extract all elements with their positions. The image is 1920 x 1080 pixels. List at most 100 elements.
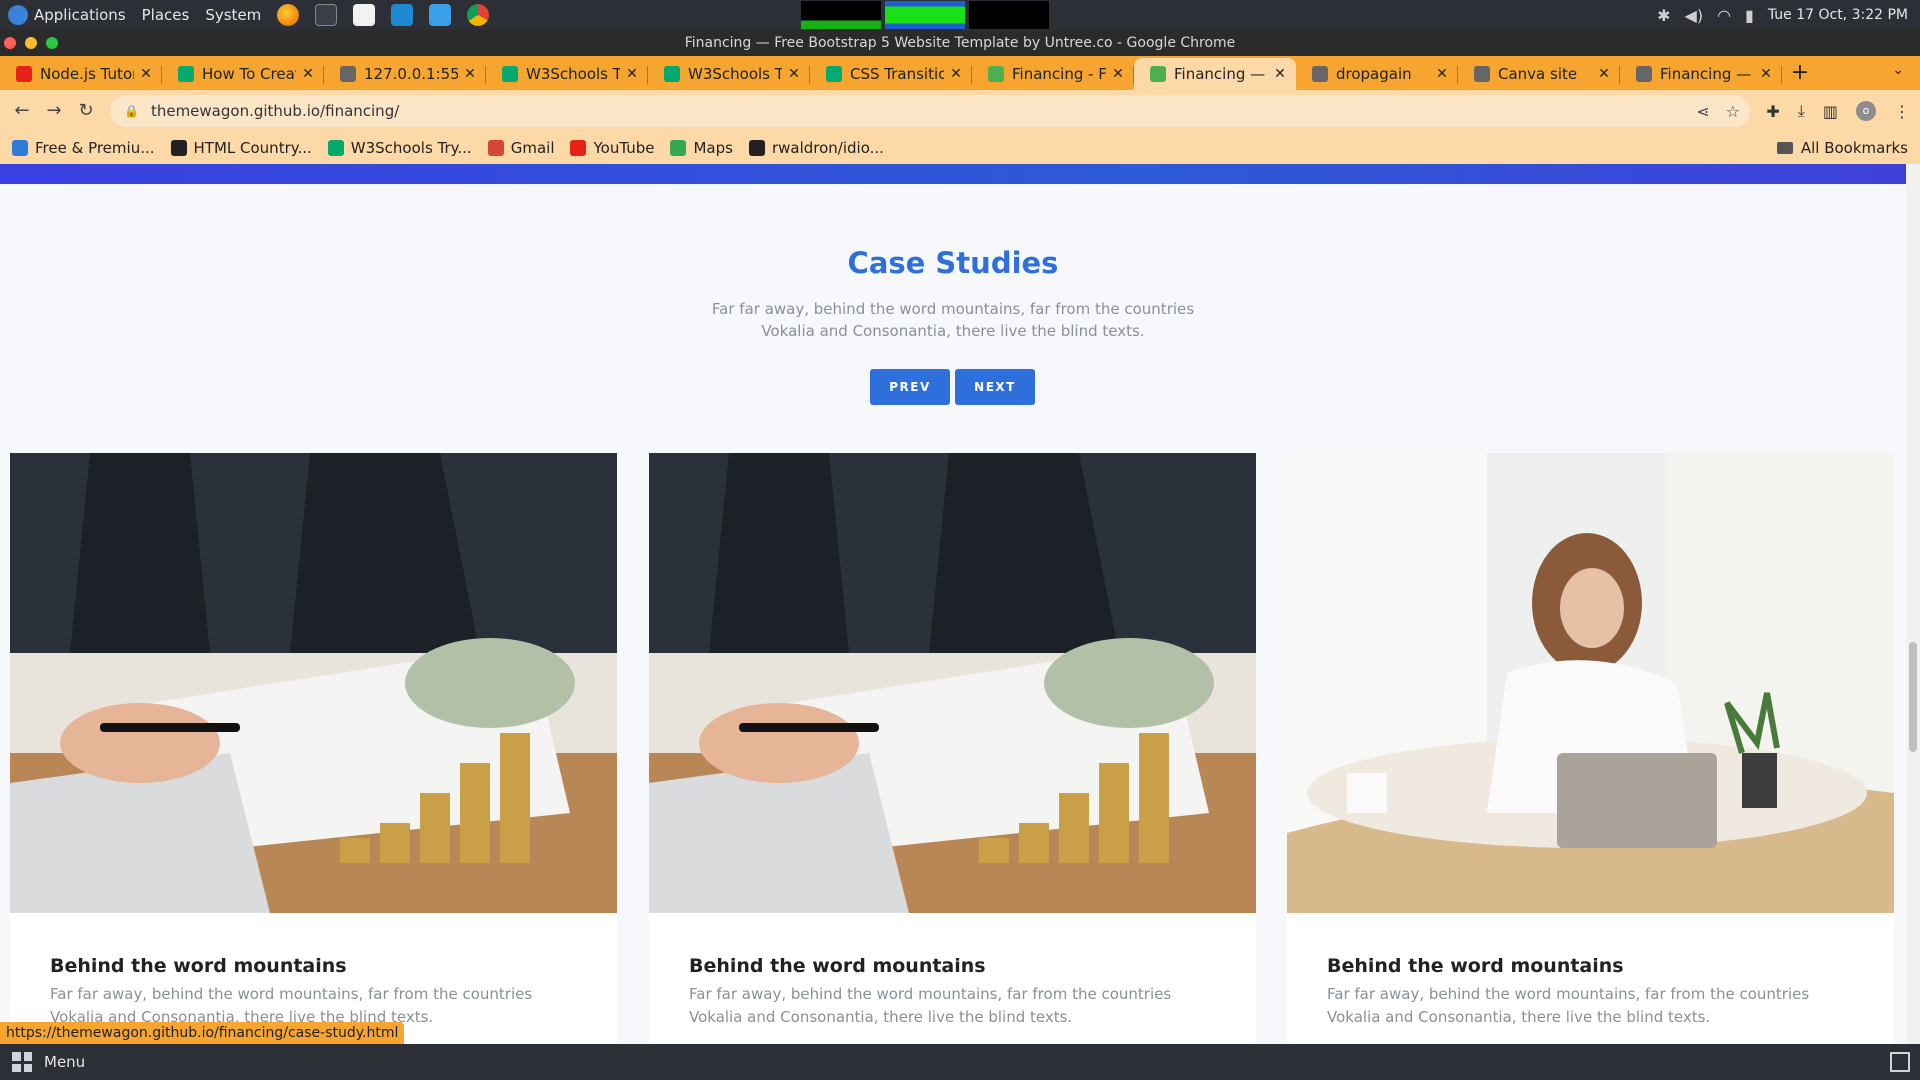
close-tab-icon[interactable]: ✕ bbox=[948, 66, 964, 82]
close-tab-icon[interactable]: ✕ bbox=[1758, 66, 1774, 82]
case-study-card[interactable]: Behind the word mountains Far far away, … bbox=[10, 453, 617, 1044]
github-icon bbox=[170, 140, 187, 156]
minimize-window-icon[interactable] bbox=[25, 37, 37, 49]
close-tab-icon[interactable]: ✕ bbox=[1596, 66, 1612, 82]
new-tab-icon[interactable]: + bbox=[1782, 58, 1818, 90]
bookmark-item[interactable]: HTML Country... bbox=[170, 139, 312, 157]
close-tab-icon[interactable]: ✕ bbox=[138, 66, 154, 82]
terminal-launcher-icon[interactable] bbox=[315, 4, 338, 26]
bluetooth-icon[interactable]: ✱ bbox=[1657, 6, 1670, 25]
browser-tab[interactable]: 127.0.0.1:5500✕ bbox=[324, 58, 486, 90]
browser-tab[interactable]: dropagain ✕ bbox=[1296, 58, 1458, 90]
card-title[interactable]: Behind the word mountains bbox=[1327, 955, 1624, 977]
card-title[interactable]: Behind the word mountains bbox=[689, 955, 986, 977]
applications-menu[interactable]: Applications bbox=[34, 6, 126, 24]
tab-label: 127.0.0.1:5500 bbox=[364, 65, 458, 83]
bookmark-item[interactable]: Maps bbox=[670, 139, 733, 157]
browser-tab[interactable]: Financing — F✕ bbox=[1134, 58, 1296, 90]
bookmark-item[interactable]: W3Schools Try... bbox=[327, 139, 472, 157]
tab-label: Node.js Tutori bbox=[40, 65, 134, 83]
bookmark-item[interactable]: Free & Premiu... bbox=[12, 139, 155, 157]
card-title[interactable]: Behind the word mountains bbox=[50, 955, 347, 977]
prev-button[interactable]: PREV bbox=[870, 369, 950, 405]
menu-grid-icon[interactable] bbox=[12, 1052, 32, 1072]
leaf-icon bbox=[1150, 66, 1166, 82]
bookmark-item[interactable]: Gmail bbox=[487, 139, 554, 157]
bookmark-item[interactable]: rwaldron/idio... bbox=[748, 139, 884, 157]
distro-logo-icon[interactable] bbox=[8, 5, 28, 25]
volume-icon[interactable]: ◀) bbox=[1685, 6, 1704, 25]
system-menu[interactable]: System bbox=[205, 6, 261, 24]
folder-icon bbox=[1776, 142, 1793, 154]
browser-tab[interactable]: W3Schools Try✕ bbox=[486, 58, 648, 90]
close-tab-icon[interactable]: ✕ bbox=[786, 66, 802, 82]
bookmark-icon bbox=[12, 140, 28, 156]
share-icon[interactable]: ⋖ bbox=[1696, 102, 1709, 121]
close-tab-icon[interactable]: ✕ bbox=[1434, 66, 1450, 82]
browser-toolbar: ← → ↻ 🔒 themewagon.github.io/financing/ … bbox=[0, 90, 1920, 132]
github-icon bbox=[748, 140, 765, 156]
wifi-icon[interactable]: ◠ bbox=[1717, 6, 1731, 25]
status-bar-url: https://themewagon.github.io/financing/c… bbox=[0, 1022, 405, 1044]
profile-avatar[interactable]: o bbox=[1856, 101, 1876, 121]
bookmarks-bar: Free & Premiu... HTML Country... W3Schools… bbox=[0, 132, 1920, 164]
battery-icon[interactable]: ▮ bbox=[1745, 6, 1754, 25]
reload-icon[interactable]: ↻ bbox=[70, 95, 102, 127]
bookmark-label: YouTube bbox=[593, 139, 655, 157]
address-url[interactable]: themewagon.github.io/financing/ bbox=[151, 102, 399, 120]
card-image[interactable] bbox=[649, 453, 1256, 913]
case-study-card[interactable]: Behind the word mountains Far far away, … bbox=[1287, 453, 1894, 1044]
close-tab-icon[interactable]: ✕ bbox=[624, 66, 640, 82]
browser-tab[interactable]: Node.js Tutori ✕ bbox=[0, 58, 162, 90]
case-study-card[interactable]: Behind the word mountains Far far away, … bbox=[649, 453, 1256, 1044]
text-editor-launcher-icon[interactable] bbox=[353, 4, 376, 26]
scrollbar-thumb[interactable] bbox=[1909, 642, 1917, 752]
tab-label: Financing — F bbox=[1660, 65, 1754, 83]
lock-icon[interactable]: 🔒 bbox=[124, 104, 139, 118]
clock[interactable]: Tue 17 Oct, 3:22 PM bbox=[1768, 7, 1908, 23]
os-top-panel: Applications Places System ✱ ◀) ◠ ▮ Tue … bbox=[0, 0, 1920, 30]
tab-label: W3Schools Try bbox=[526, 65, 620, 83]
cloud-launcher-icon[interactable] bbox=[429, 4, 452, 26]
bookmark-star-icon[interactable]: ☆ bbox=[1726, 102, 1740, 121]
tab-strip: Node.js Tutori✕How To Create✕127.0.0.1:5… bbox=[0, 56, 1920, 90]
browser-tab[interactable]: Financing - Fr ✕ bbox=[972, 58, 1134, 90]
chrome-menu-icon[interactable]: ⋮ bbox=[1894, 102, 1910, 121]
download-icon[interactable]: ⤓ bbox=[1798, 101, 1805, 121]
hero-section-bottom bbox=[0, 164, 1906, 184]
browser-tab[interactable]: Canva site ✕ bbox=[1458, 58, 1620, 90]
menu-button[interactable]: Menu bbox=[44, 1053, 85, 1071]
close-tab-icon[interactable]: ✕ bbox=[300, 66, 316, 82]
places-menu[interactable]: Places bbox=[142, 6, 190, 24]
chrome-launcher-icon[interactable] bbox=[467, 4, 490, 26]
maximize-window-icon[interactable] bbox=[46, 37, 58, 49]
close-window-icon[interactable] bbox=[4, 37, 16, 49]
show-desktop-icon[interactable] bbox=[1890, 1052, 1910, 1072]
forward-icon[interactable]: → bbox=[38, 95, 70, 127]
browser-tab[interactable]: How To Create✕ bbox=[162, 58, 324, 90]
extensions-icon[interactable]: ✚ bbox=[1766, 102, 1779, 121]
side-panel-icon[interactable]: ▥ bbox=[1823, 102, 1838, 121]
browser-tab[interactable]: CSS Transition✕ bbox=[810, 58, 972, 90]
tab-search-icon[interactable]: ⌄ bbox=[1892, 62, 1904, 78]
all-bookmarks-label: All Bookmarks bbox=[1800, 139, 1908, 157]
address-bar[interactable]: 🔒 themewagon.github.io/financing/ ⋖ ☆ bbox=[110, 95, 1750, 127]
close-tab-icon[interactable]: ✕ bbox=[1272, 66, 1288, 82]
close-tab-icon[interactable]: ✕ bbox=[462, 66, 478, 82]
browser-tab[interactable]: Financing — F✕ bbox=[1620, 58, 1782, 90]
card-image[interactable] bbox=[1287, 453, 1894, 913]
back-icon[interactable]: ← bbox=[6, 95, 38, 127]
card-image[interactable] bbox=[10, 453, 617, 913]
browser-tab[interactable]: W3Schools Try✕ bbox=[648, 58, 810, 90]
page-scrollbar[interactable] bbox=[1906, 164, 1920, 1044]
globe-icon bbox=[340, 66, 356, 82]
w3schools-icon bbox=[502, 66, 518, 82]
network-graph bbox=[969, 1, 1049, 29]
firefox-launcher-icon[interactable] bbox=[277, 4, 300, 26]
next-button[interactable]: NEXT bbox=[955, 369, 1035, 405]
bookmark-item[interactable]: YouTube bbox=[570, 139, 654, 157]
vscode-launcher-icon[interactable] bbox=[391, 4, 414, 26]
system-monitor bbox=[801, 1, 1049, 29]
close-tab-icon[interactable]: ✕ bbox=[1110, 66, 1126, 82]
all-bookmarks-button[interactable]: All Bookmarks bbox=[1776, 132, 1908, 164]
